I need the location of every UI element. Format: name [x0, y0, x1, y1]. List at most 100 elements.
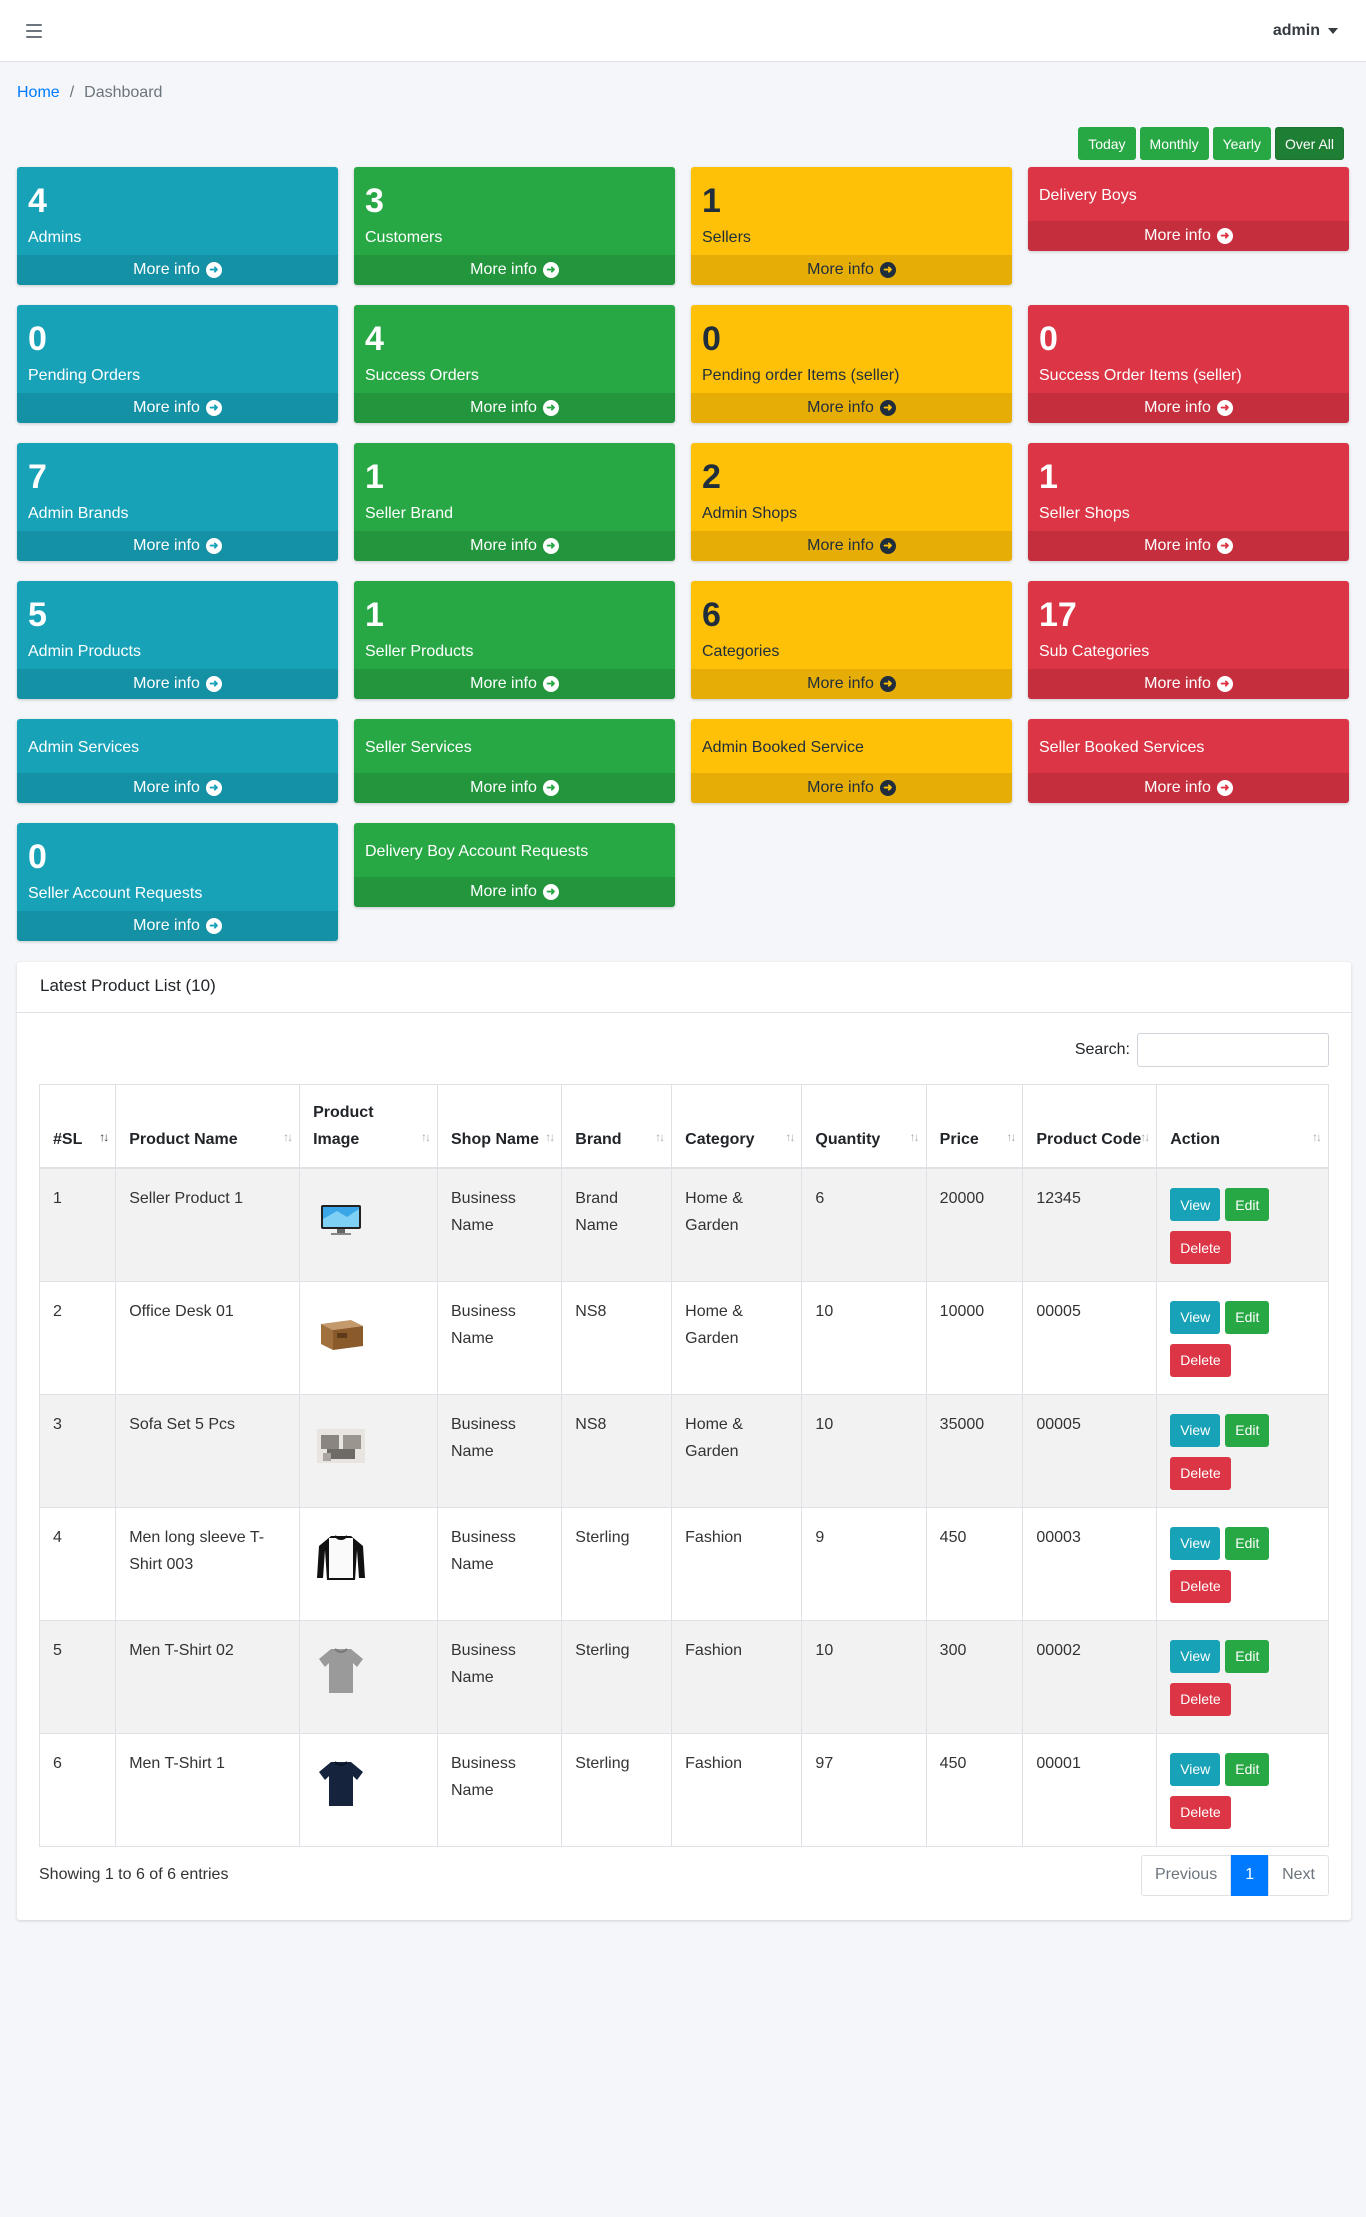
stat-box-categories: 6 Categories More info ➜	[691, 581, 1012, 699]
user-dropdown[interactable]: admin	[1273, 22, 1338, 40]
more-info-link[interactable]: More info ➜	[354, 669, 675, 699]
search-input[interactable]	[1137, 1033, 1329, 1067]
sort-icon: ↑↓	[909, 1130, 920, 1144]
stat-box-delivery-boy-account-requests: Delivery Boy Account Requests More info ➜	[354, 823, 675, 907]
column-header-brand[interactable]: Brand ↑↓	[561, 1084, 673, 1169]
filter-yearly-button[interactable]: Yearly	[1212, 127, 1271, 160]
more-info-link[interactable]: More info ➜	[691, 773, 1012, 803]
more-info-label: More info	[133, 537, 200, 554]
column-header-product-image[interactable]: Product Image ↑↓	[299, 1084, 438, 1169]
breadcrumb-home-link[interactable]: Home	[17, 84, 60, 108]
more-info-label: More info	[1144, 675, 1211, 692]
view-button[interactable]: View	[1170, 1188, 1221, 1221]
column-header-sl[interactable]: #SL ↑↓	[38, 1084, 117, 1169]
column-header-quantity[interactable]: Quantity ↑↓	[801, 1084, 927, 1169]
column-header-product-name[interactable]: Product Name ↑↓	[115, 1084, 301, 1169]
table-header-row: #SL ↑↓ Product Name ↑↓ Product Image ↑↓ Sho…	[38, 1084, 1329, 1169]
table-row: 6 Men T-Shirt 1 Business Name Sterling Fashi…	[38, 1732, 1329, 1847]
more-info-link[interactable]: More info ➜	[1028, 393, 1349, 423]
edit-button[interactable]: Edit	[1225, 1639, 1270, 1673]
column-header-shop-name[interactable]: Shop Name ↑↓	[436, 1084, 563, 1169]
edit-button[interactable]: Edit	[1225, 1413, 1270, 1447]
pagination-page-1[interactable]: 1	[1231, 1854, 1269, 1896]
more-info-link[interactable]: More info ➜	[691, 393, 1012, 423]
stat-label: Admin Shops	[702, 505, 798, 522]
product-thumbnail-image	[313, 1302, 424, 1360]
more-info-link[interactable]: More info ➜	[1028, 773, 1349, 803]
cell-product-name: Sofa Set 5 Pcs	[115, 1393, 301, 1508]
cell-category: Fashion	[671, 1732, 803, 1847]
more-info-link[interactable]: More info ➜	[1028, 669, 1349, 699]
column-header-category[interactable]: Category ↑↓	[671, 1084, 803, 1169]
more-info-link[interactable]: More info ➜	[1028, 221, 1349, 251]
cell-action: View Edit Delete	[1156, 1393, 1329, 1508]
more-info-link[interactable]: More info ➜	[691, 531, 1012, 561]
delete-button[interactable]: Delete	[1170, 1795, 1231, 1829]
edit-button[interactable]: Edit	[1225, 1300, 1270, 1334]
cell-sl: 1	[38, 1167, 117, 1282]
stat-count: 0	[28, 320, 47, 358]
delete-button[interactable]: Delete	[1170, 1456, 1231, 1490]
cell-price: 450	[925, 1732, 1024, 1847]
stat-label: Admin Brands	[28, 505, 129, 522]
more-info-link[interactable]: More info ➜	[1028, 531, 1349, 561]
more-info-link[interactable]: More info ➜	[354, 773, 675, 803]
stat-box-body: 4 Admins	[17, 167, 338, 255]
stat-label: Success Orders	[365, 367, 479, 384]
stat-box-success-orders: 4 Success Orders More info ➜	[354, 305, 675, 423]
column-header-action[interactable]: Action ↑↓	[1156, 1084, 1329, 1169]
filter-monthly-button[interactable]: Monthly	[1139, 127, 1209, 160]
cell-category: Fashion	[671, 1506, 803, 1621]
table-search: Search:	[39, 1033, 1329, 1067]
cell-action: View Edit Delete	[1156, 1732, 1329, 1847]
more-info-link[interactable]: More info ➜	[354, 393, 675, 423]
delete-button[interactable]: Delete	[1170, 1682, 1231, 1716]
view-button[interactable]: View	[1170, 1639, 1221, 1673]
sort-icon: ↑↓	[545, 1130, 555, 1144]
stat-label: Seller Booked Services	[1039, 739, 1205, 756]
stat-box-body: 1 Seller Brand	[354, 443, 675, 531]
edit-button[interactable]: Edit	[1225, 1188, 1270, 1221]
breadcrumb-separator: /	[69, 84, 75, 101]
stat-count: 1	[1039, 458, 1058, 496]
cell-sl: 2	[38, 1280, 117, 1395]
sort-icon: ↑↓	[785, 1130, 795, 1144]
cell-product-image	[299, 1393, 438, 1508]
filter-overall-button[interactable]: Over All	[1274, 127, 1344, 160]
more-info-link[interactable]: More info ➜	[17, 669, 338, 699]
menu-toggle-icon[interactable]	[26, 23, 42, 38]
cell-product-code: 12345	[1022, 1167, 1158, 1282]
pagination-previous[interactable]: Previous	[1140, 1854, 1232, 1896]
more-info-link[interactable]: More info ➜	[354, 255, 675, 285]
edit-button[interactable]: Edit	[1225, 1752, 1270, 1786]
more-info-link[interactable]: More info ➜	[17, 255, 338, 285]
view-button[interactable]: View	[1170, 1300, 1221, 1334]
arrow-circle-right-icon: ➜	[879, 780, 896, 796]
view-button[interactable]: View	[1170, 1526, 1221, 1560]
more-info-link[interactable]: More info ➜	[354, 877, 675, 907]
stat-box-body: 0 Pending Orders	[17, 305, 338, 393]
more-info-label: More info	[807, 675, 874, 692]
column-header-product-code[interactable]: Product Code ↑↓	[1022, 1084, 1158, 1169]
more-info-link[interactable]: More info ➜	[354, 531, 675, 561]
view-button[interactable]: View	[1170, 1413, 1221, 1447]
pagination-next[interactable]: Next	[1268, 1854, 1329, 1896]
column-header-price[interactable]: Price ↑↓	[925, 1084, 1024, 1169]
stat-count: 4	[365, 320, 384, 358]
more-info-link[interactable]: More info ➜	[691, 669, 1012, 699]
more-info-link[interactable]: More info ➜	[691, 255, 1012, 285]
delete-button[interactable]: Delete	[1170, 1343, 1231, 1377]
filter-today-button[interactable]: Today	[1078, 127, 1136, 160]
product-thumbnail-image	[313, 1641, 424, 1699]
delete-button[interactable]: Delete	[1170, 1231, 1231, 1264]
more-info-label: More info	[807, 261, 874, 278]
stat-label: Seller Account Requests	[28, 885, 203, 902]
more-info-link[interactable]: More info ➜	[17, 393, 338, 423]
more-info-link[interactable]: More info ➜	[17, 911, 338, 941]
cell-sl: 6	[38, 1732, 117, 1847]
delete-button[interactable]: Delete	[1170, 1569, 1231, 1603]
view-button[interactable]: View	[1170, 1752, 1221, 1786]
more-info-link[interactable]: More info ➜	[17, 531, 338, 561]
edit-button[interactable]: Edit	[1225, 1526, 1270, 1560]
more-info-link[interactable]: More info ➜	[17, 773, 338, 803]
